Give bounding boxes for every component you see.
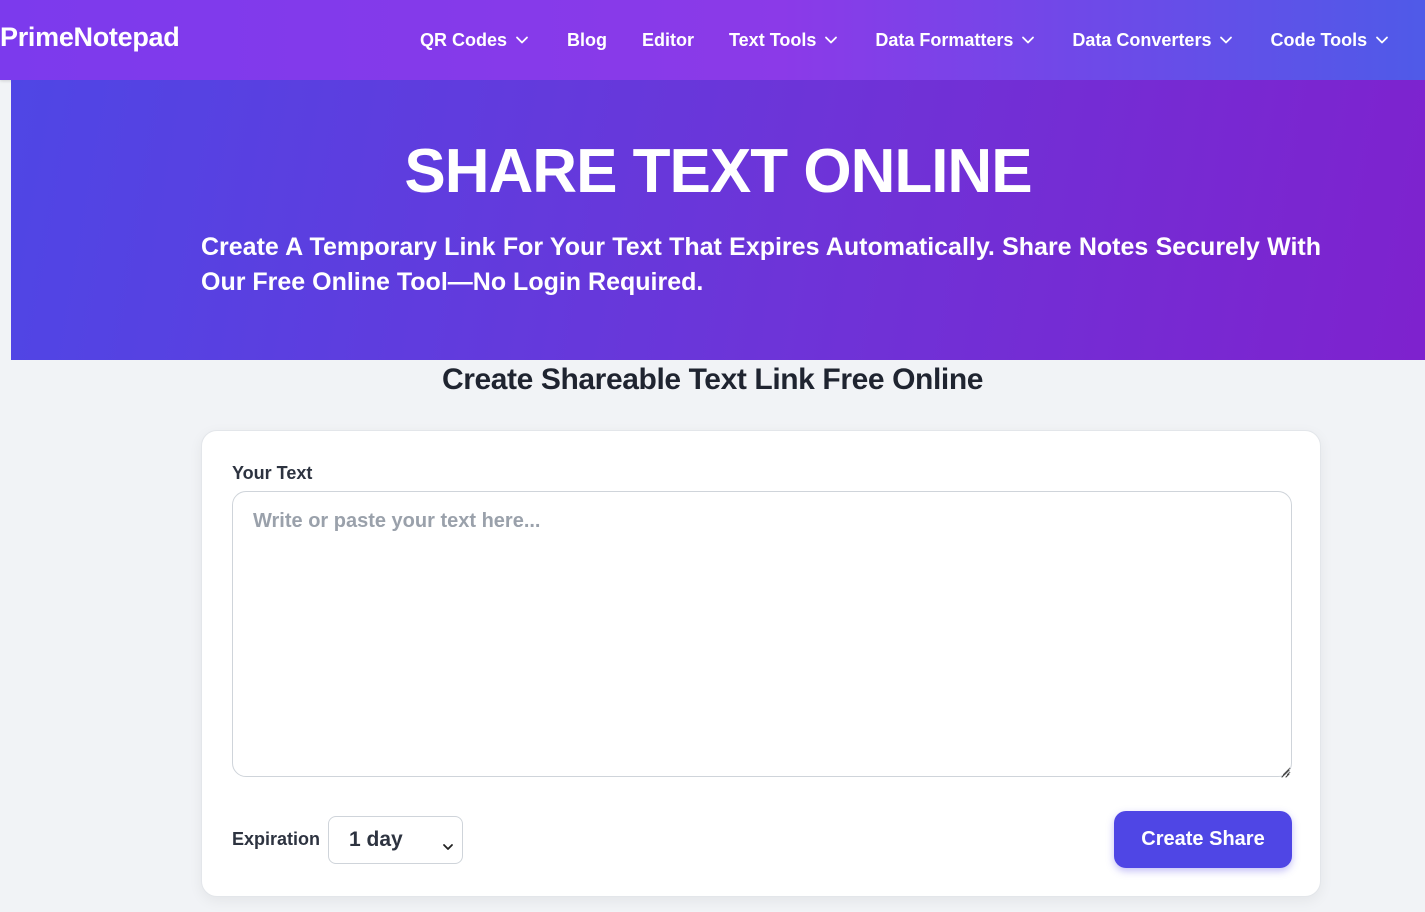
share-text-input[interactable] bbox=[232, 491, 1292, 777]
nav-item-text-tools[interactable]: Text Tools bbox=[729, 30, 838, 51]
nav-item-label: Code Tools bbox=[1270, 29, 1368, 50]
text-field-label: Your Text bbox=[232, 463, 313, 483]
hero-subtitle: Create A Temporary Link For Your Text Th… bbox=[201, 233, 1321, 296]
nav-item-editor[interactable]: Editor bbox=[642, 30, 694, 51]
nav-item-data-converters[interactable]: Data Converters bbox=[1072, 30, 1233, 51]
hero-banner: SHARE TEXT ONLINE Create A Temporary Lin… bbox=[11, 80, 1425, 360]
expiration-label: Expiration bbox=[232, 829, 321, 849]
create-share-button[interactable]: Create Share bbox=[1114, 811, 1292, 868]
top-navbar: PrimeNotepad QR Codes Blog Editor Text T… bbox=[0, 0, 1425, 80]
nav-item-blog[interactable]: Blog bbox=[567, 30, 607, 51]
nav-item-qr-codes[interactable]: QR Codes bbox=[420, 30, 529, 51]
nav-item-label: QR Codes bbox=[420, 29, 508, 50]
nav-item-label: Data Converters bbox=[1072, 29, 1212, 50]
chevron-down-icon bbox=[1375, 33, 1389, 47]
share-form-card: Your Text Expiration 1 day Create Share bbox=[201, 430, 1321, 897]
nav-item-label: Data Formatters bbox=[875, 29, 1014, 50]
nav-item-label: Text Tools bbox=[729, 29, 817, 50]
expiration-select[interactable]: 1 day bbox=[328, 816, 463, 864]
nav-item-label: Editor bbox=[642, 29, 695, 50]
chevron-down-icon bbox=[442, 835, 454, 850]
expiration-selected-value: 1 day bbox=[349, 828, 403, 851]
nav-item-data-formatters[interactable]: Data Formatters bbox=[875, 30, 1035, 51]
page-heading: Create Shareable Text Link Free Online bbox=[441, 363, 984, 396]
chevron-down-icon bbox=[1219, 33, 1233, 47]
hero-title: SHARE TEXT ONLINE bbox=[404, 137, 1032, 206]
nav-links: QR Codes Blog Editor Text Tools Data For… bbox=[420, 0, 1425, 80]
chevron-down-icon bbox=[824, 33, 838, 47]
nav-item-label: Blog bbox=[567, 29, 608, 50]
nav-item-code-tools[interactable]: Code Tools bbox=[1270, 30, 1389, 51]
resize-grip-icon[interactable] bbox=[1280, 765, 1290, 778]
chevron-down-icon bbox=[515, 33, 529, 47]
site-logo[interactable]: PrimeNotepad bbox=[0, 22, 180, 53]
chevron-down-icon bbox=[1021, 33, 1035, 47]
